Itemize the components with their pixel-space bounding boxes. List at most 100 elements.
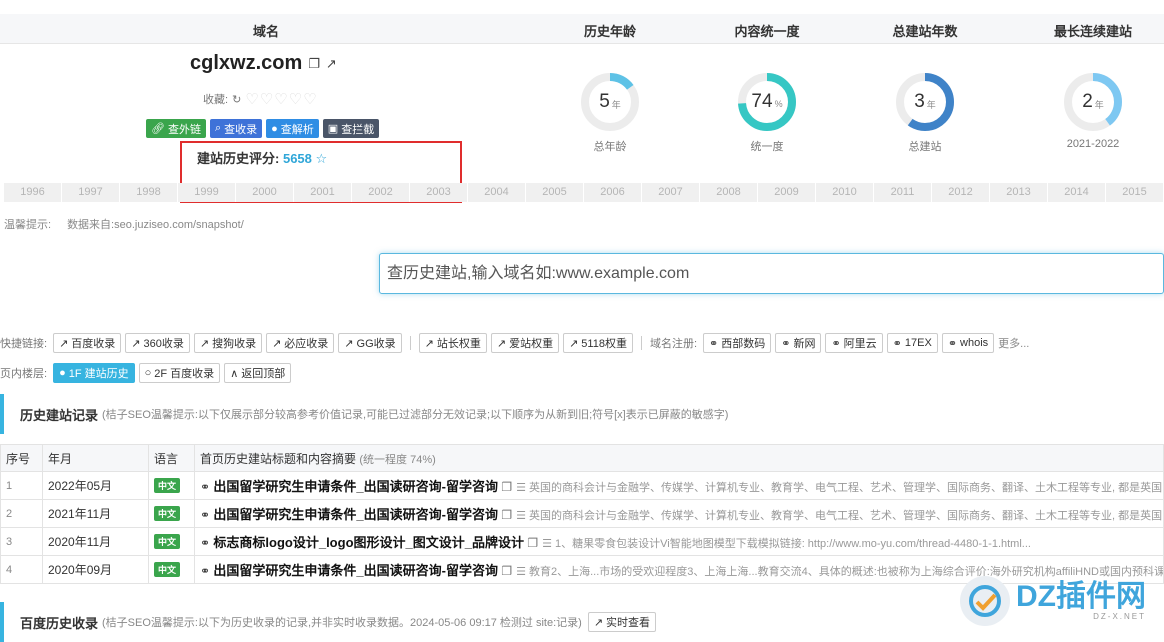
- row-title: ⚭ 出国留学研究生申请条件_出国读研咨询-留学咨询 ❐ ☰ 英国的商科会计与金融学…: [194, 499, 1164, 528]
- copy-icon[interactable]: ❐: [501, 480, 512, 494]
- link-icon: ⚭: [892, 337, 902, 350]
- snapshot-title-link[interactable]: 标志商标logo设计_logo图形设计_图文设计_品牌设计: [213, 535, 524, 550]
- domain-search-input[interactable]: [379, 253, 1164, 294]
- more-link[interactable]: 更多...: [998, 335, 1029, 351]
- quick-link[interactable]: ↗ 百度收录: [53, 333, 122, 353]
- link-icon: ⚭: [200, 536, 211, 550]
- col-date: 年月: [42, 444, 149, 472]
- row-date: 2020年09月: [42, 555, 149, 584]
- timeline-year[interactable]: 1996: [4, 183, 62, 202]
- snapshot-title-link[interactable]: 出国留学研究生申请条件_出国读研咨询-留学咨询: [213, 507, 498, 522]
- link-icon: ⚭: [200, 564, 211, 578]
- external-link-icon: ↗: [593, 616, 604, 629]
- timeline-year[interactable]: 2008: [700, 183, 758, 202]
- copy-icon[interactable]: ❐: [501, 508, 512, 522]
- copy-icon[interactable]: ❐: [527, 536, 538, 550]
- realtime-check-button[interactable]: ↗ 实时查看: [587, 612, 657, 632]
- action-buttons: 🔗︎ 查外链 ⌕ 查收录 ● 查解析 ▣ 查拦截: [146, 119, 380, 138]
- timeline-year[interactable]: 2012: [932, 183, 990, 202]
- quick-link[interactable]: ↗ 搜狗收录: [193, 333, 263, 353]
- row-lang: 中文: [148, 471, 195, 500]
- quick-link[interactable]: ⚭ 新网: [775, 333, 822, 353]
- quick-link[interactable]: ⚭ 17EX: [886, 333, 938, 353]
- link-icon: 🔗︎: [151, 123, 165, 135]
- quick-link[interactable]: ⚭ whois: [941, 333, 995, 353]
- row-title: ⚭ 出国留学研究生申请条件_出国读研咨询-留学咨询 ❐ ☰ 英国的商科会计与金融学…: [194, 471, 1164, 500]
- quick-link[interactable]: ↗ 5118权重: [563, 333, 633, 353]
- streak-label: 2021-2022: [1066, 138, 1120, 150]
- check-dns-button[interactable]: ● 查解析: [266, 119, 319, 138]
- external-link-icon: ↗: [569, 337, 579, 350]
- quick-link[interactable]: ↗ 必应收录: [266, 333, 335, 353]
- timeline-year[interactable]: 1997: [62, 183, 120, 202]
- tip-row: 温馨提示: 数据来自:seo.juziseo.com/snapshot/: [4, 219, 244, 231]
- link-icon: ⚭: [947, 337, 958, 350]
- timeline-year[interactable]: 2004: [468, 183, 526, 202]
- consistency-donut: 74%: [737, 72, 797, 132]
- streak-col-header: 最长连续建站: [1053, 24, 1133, 39]
- watermark-sub: DZ-X.NET: [1093, 611, 1146, 621]
- domain-name: cglxwz.com: [190, 52, 303, 74]
- check-index-button[interactable]: ⌕ 查收录: [209, 119, 263, 138]
- timeline-year[interactable]: 2011: [874, 183, 932, 202]
- external-link-icon: ↗: [59, 337, 69, 350]
- timeline-year[interactable]: 2000: [236, 183, 294, 202]
- link-icon: ⚭: [200, 480, 211, 494]
- copy-icon[interactable]: ❐: [501, 564, 512, 578]
- consistency-col-header: 内容统一度: [734, 24, 800, 39]
- snapshot-title-link[interactable]: 出国留学研究生申请条件_出国读研咨询-留学咨询: [213, 479, 498, 494]
- timeline-year[interactable]: 2003: [410, 183, 468, 202]
- timeline-year[interactable]: 2010: [816, 183, 874, 202]
- row-lang: 中文: [148, 499, 195, 528]
- floor-1f-button[interactable]: ● 1F 建站历史: [53, 363, 135, 383]
- age-col-header: 历史年龄: [583, 24, 637, 39]
- external-link-icon: ↗: [424, 337, 434, 350]
- timeline-year[interactable]: 2007: [642, 183, 700, 202]
- timeline-year[interactable]: 2014: [1048, 183, 1106, 202]
- heart-rating[interactable]: ♡♡♡♡♡: [245, 90, 317, 108]
- snapshot-desc: ☰ 1、糖果零食包装设计Vi智能地图模型下载模拟链接: http://www.m…: [542, 538, 1031, 550]
- location-icon: ○: [144, 367, 152, 379]
- link-icon: ⚭: [831, 337, 841, 350]
- floor-2f-button[interactable]: ○ 2F 百度收录: [138, 363, 221, 383]
- timeline-year[interactable]: 1999: [178, 183, 236, 202]
- lock-icon: ▣: [327, 123, 339, 135]
- quick-link[interactable]: ↗ 360收录: [125, 333, 190, 353]
- table-row: 2 2021年11月 中文 ⚭ 出国留学研究生申请条件_出国读研咨询-留学咨询 ❐ ☰ …: [0, 499, 1164, 528]
- streak-donut: 2年: [1063, 72, 1123, 132]
- quick-link[interactable]: ↗ GG收录: [338, 333, 402, 353]
- external-link-icon[interactable]: ↗: [326, 56, 337, 72]
- copy-icon[interactable]: ❐: [308, 56, 320, 72]
- floor-nav-row: 页内楼层: ● 1F 建站历史 ○ 2F 百度收录 ∧ 返回顶部: [0, 363, 292, 383]
- snapshot-title-link[interactable]: 出国留学研究生申请条件_出国读研咨询-留学咨询: [213, 563, 498, 578]
- table-row: 3 2020年11月 中文 ⚭ 标志商标logo设计_logo图形设计_图文设计_品牌…: [0, 527, 1164, 556]
- row-date: 2020年11月: [42, 527, 149, 556]
- watermark: DZ插件网 DZ-X.NET: [960, 576, 1146, 626]
- location-icon: ●: [59, 367, 66, 379]
- link-icon: ⚭: [709, 337, 719, 350]
- row-lang: 中文: [148, 527, 195, 556]
- timeline-year[interactable]: 2006: [584, 183, 642, 202]
- timeline-year[interactable]: 2002: [352, 183, 410, 202]
- col-idx: 序号: [0, 444, 43, 472]
- snapshot-desc: ☰ 英国的商科会计与金融学、传媒学、计算机专业、教育学、电气工程、艺术、管理学、…: [516, 482, 1164, 494]
- refresh-icon[interactable]: ↻: [232, 93, 241, 106]
- timeline-year[interactable]: 2005: [526, 183, 584, 202]
- row-idx: 3: [0, 527, 43, 556]
- quick-link[interactable]: ⚭ 阿里云: [825, 333, 883, 353]
- age-label: 总年龄: [593, 141, 627, 153]
- quick-link[interactable]: ↗ 爱站权重: [490, 333, 560, 353]
- check-backlinks-button[interactable]: 🔗︎ 查外链: [146, 119, 206, 138]
- back-to-top-button[interactable]: ∧ 返回顶部: [224, 363, 292, 383]
- table-row: 1 2022年05月 中文 ⚭ 出国留学研究生申请条件_出国读研咨询-留学咨询 ❐ ☰ …: [0, 471, 1164, 500]
- timeline-year[interactable]: 2015: [1106, 183, 1164, 202]
- check-block-button[interactable]: ▣ 查拦截: [322, 119, 380, 138]
- link-icon: ⚭: [781, 337, 791, 350]
- years-col-header: 总建站年数: [892, 24, 958, 39]
- timeline-year[interactable]: 2009: [758, 183, 816, 202]
- timeline-year[interactable]: 2013: [990, 183, 1048, 202]
- quick-link[interactable]: ⚭ 西部数码: [703, 333, 772, 353]
- timeline-year[interactable]: 1998: [120, 183, 178, 202]
- quick-link[interactable]: ↗ 站长权重: [418, 333, 487, 353]
- timeline-year[interactable]: 2001: [294, 183, 352, 202]
